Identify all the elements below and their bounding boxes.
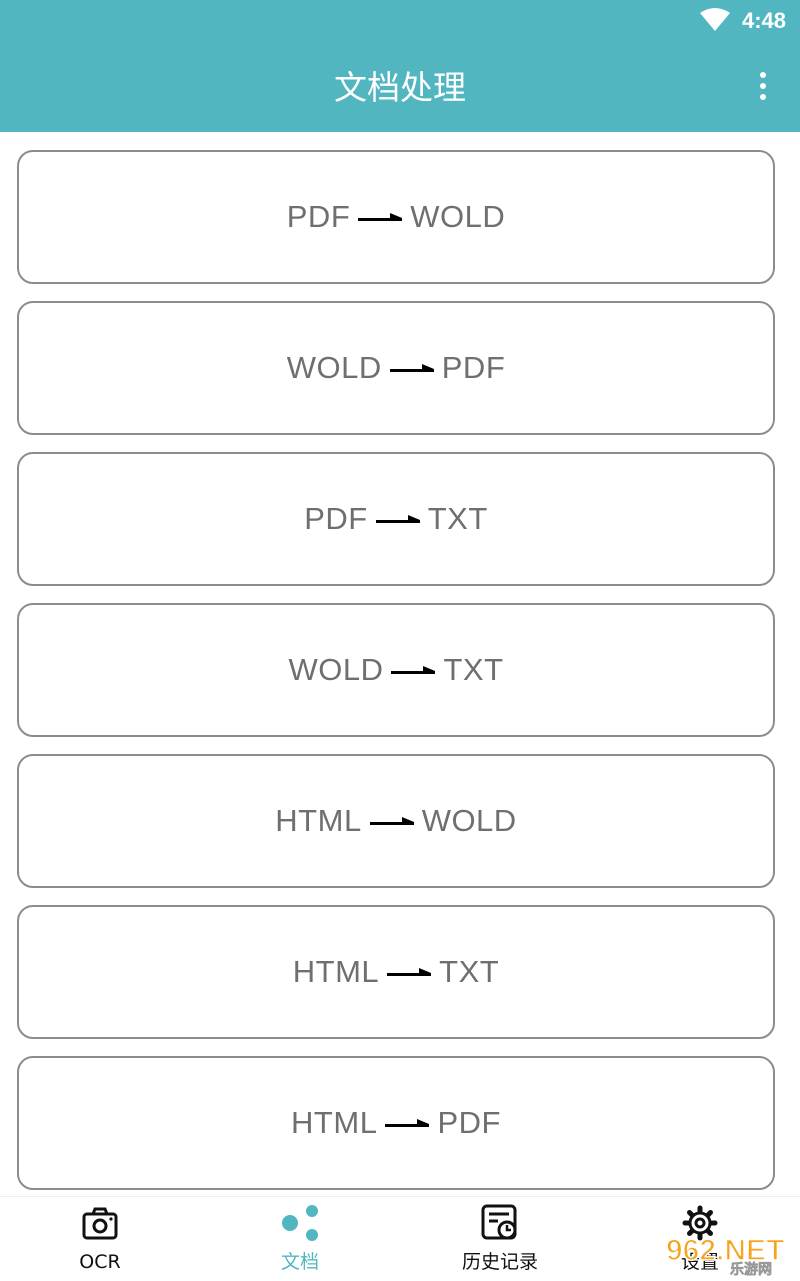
nav-item-history[interactable]: 历史记录 <box>400 1197 600 1281</box>
nav-item-ocr[interactable]: OCR <box>0 1197 200 1281</box>
conversion-card-pdf-txt[interactable]: PDF TXT <box>17 452 775 586</box>
from-format: WOLD <box>288 652 384 687</box>
arrow-right-icon <box>391 666 436 674</box>
conversion-card-html-pdf[interactable]: HTML PDF <box>17 1056 775 1190</box>
from-format: HTML <box>291 1105 378 1140</box>
to-format: PDF <box>441 350 506 385</box>
to-format: PDF <box>437 1105 501 1140</box>
from-format: HTML <box>275 803 362 838</box>
nav-label: 文档 <box>280 1251 319 1273</box>
camera-icon <box>82 1207 118 1240</box>
nav-item-documents[interactable]: 文档 <box>200 1197 400 1281</box>
status-bar: 4:48 <box>0 0 800 40</box>
arrow-right-icon <box>369 817 414 825</box>
watermark-logo: 962.NET 乐游网 <box>665 1233 785 1276</box>
nav-label: 历史记录 <box>461 1251 538 1273</box>
conversion-card-wold-pdf[interactable]: WOLD PDF <box>17 301 775 435</box>
from-format: HTML <box>292 954 380 989</box>
to-format: TXT <box>439 954 500 989</box>
from-format: PDF <box>304 501 368 536</box>
conversion-card-html-txt[interactable]: HTML TXT <box>17 905 775 1039</box>
conversion-card-wold-txt[interactable]: WOLD TXT <box>17 603 775 737</box>
more-vert-icon[interactable] <box>748 66 778 106</box>
status-time: 4:48 <box>742 8 787 33</box>
nav-label: OCR <box>79 1251 121 1273</box>
to-format: WOLD <box>421 803 517 838</box>
conversion-card-pdf-wold[interactable]: PDF WOLD <box>17 150 775 284</box>
conversion-list: PDF WOLD WOLD PDF PDF TXT WOLD TXT HTML … <box>17 150 775 1207</box>
arrow-right-icon <box>385 1119 430 1127</box>
app-bar: 4:48 文档处理 <box>0 0 800 132</box>
dots-icon <box>282 1205 318 1241</box>
conversion-card-html-wold[interactable]: HTML WOLD <box>17 754 775 888</box>
from-format: WOLD <box>286 350 382 385</box>
from-format: PDF <box>286 199 351 234</box>
arrow-right-icon <box>389 364 434 372</box>
to-format: WOLD <box>410 199 506 234</box>
arrow-right-icon <box>375 515 420 523</box>
arrow-right-icon <box>358 213 403 221</box>
arrow-right-icon <box>387 968 432 976</box>
to-format: TXT <box>427 501 488 536</box>
page-title: 文档处理 <box>334 68 466 107</box>
wifi-icon <box>700 8 730 31</box>
history-icon <box>481 1204 517 1240</box>
watermark-subtext: 乐游网 <box>730 1261 772 1276</box>
to-format: TXT <box>443 652 504 687</box>
